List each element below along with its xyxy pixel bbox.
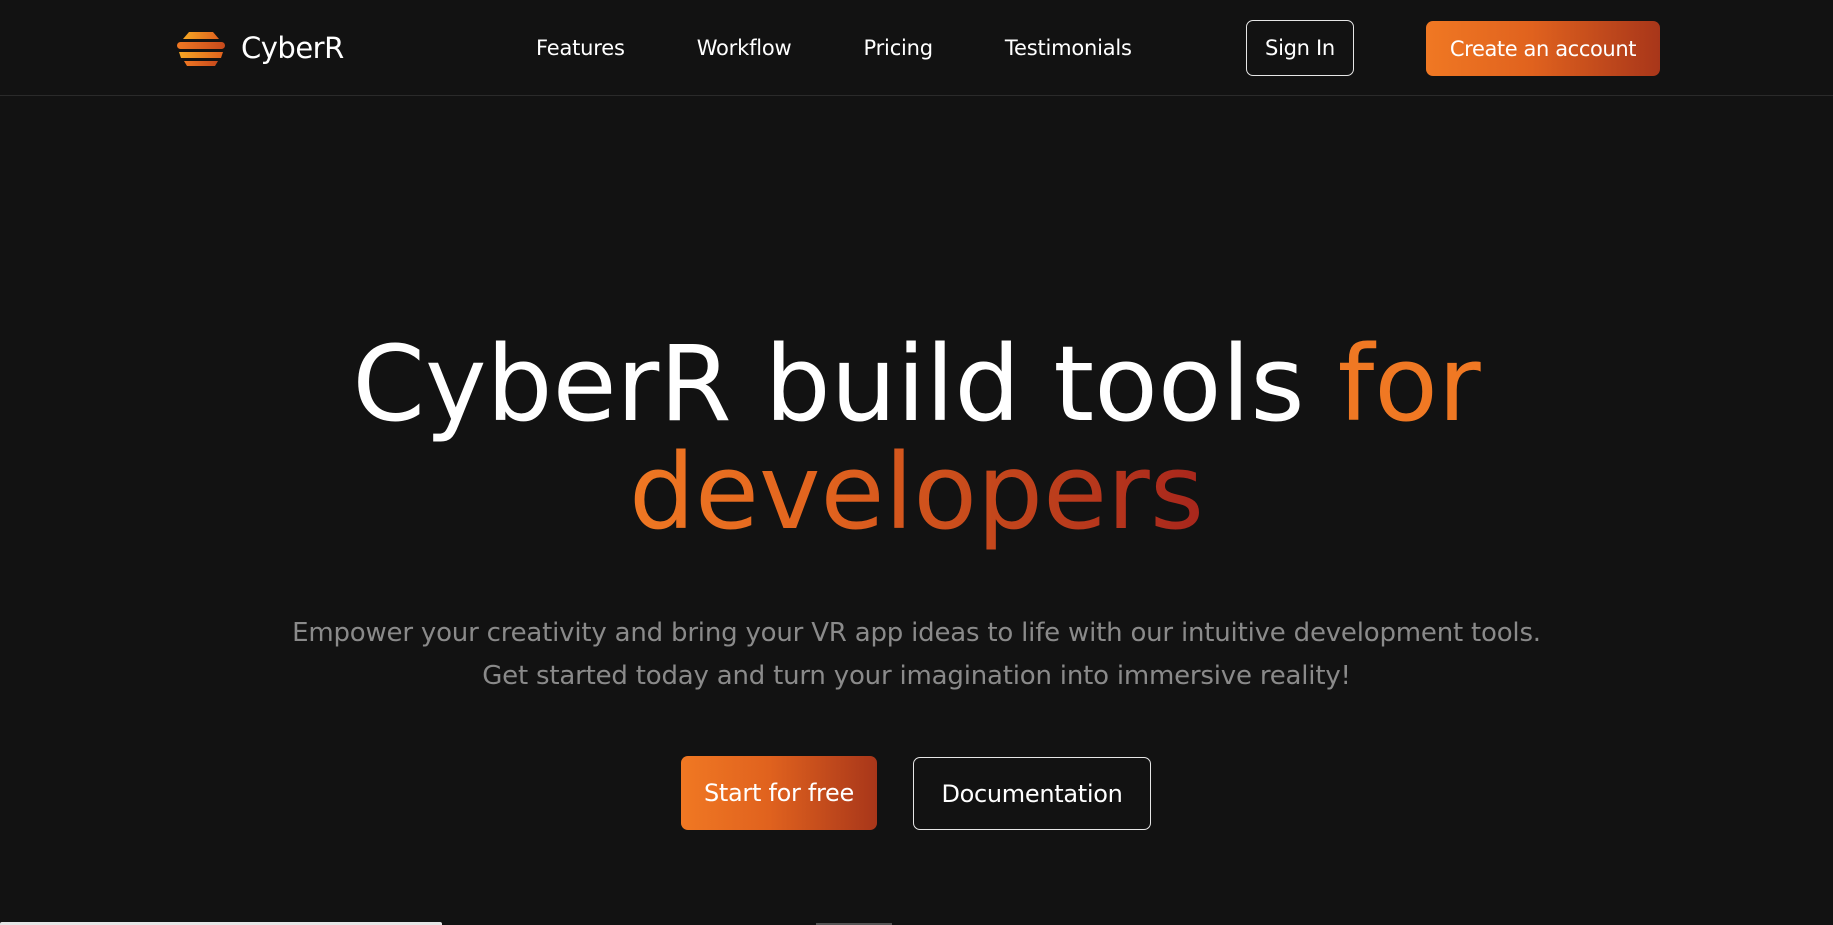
hero-title-line-2: developers [0,438,1833,546]
landing-page: CyberR Features Workflow Pricing Testimo… [0,0,1833,925]
brand-link[interactable]: CyberR [175,27,344,69]
brand-name: CyberR [241,31,344,65]
top-navbar: CyberR Features Workflow Pricing Testimo… [0,0,1833,96]
nav-item-testimonials[interactable]: Testimonials [1005,36,1132,60]
nav-item-features[interactable]: Features [536,36,625,60]
nav-item-pricing[interactable]: Pricing [864,36,934,60]
documentation-button[interactable]: Documentation [913,757,1151,830]
hero-title-accent-developers: developers [629,431,1204,553]
layered-dome-logo-icon [177,32,225,66]
hero-cta-row: Start for free Documentation [0,756,1833,830]
hero-subtitle-line-2: Get started today and turn your imaginat… [482,661,1351,691]
sign-in-button[interactable]: Sign In [1246,20,1354,76]
hero-title-main-text: CyberR build tools [352,323,1338,445]
main-nav: Features Workflow Pricing Testimonials [536,30,1132,66]
hero-subtitle-line-1: Empower your creativity and bring your V… [292,618,1541,648]
hero-title-line-1: CyberR build tools for [0,330,1833,438]
nav-item-workflow[interactable]: Workflow [697,36,792,60]
hero-subtitle: Empower your creativity and bring your V… [0,612,1833,698]
create-account-button[interactable]: Create an account [1426,21,1660,76]
start-for-free-button[interactable]: Start for free [681,756,877,830]
hero-title-accent-for: for [1337,323,1481,445]
hero-title: CyberR build tools for developers [0,330,1833,546]
